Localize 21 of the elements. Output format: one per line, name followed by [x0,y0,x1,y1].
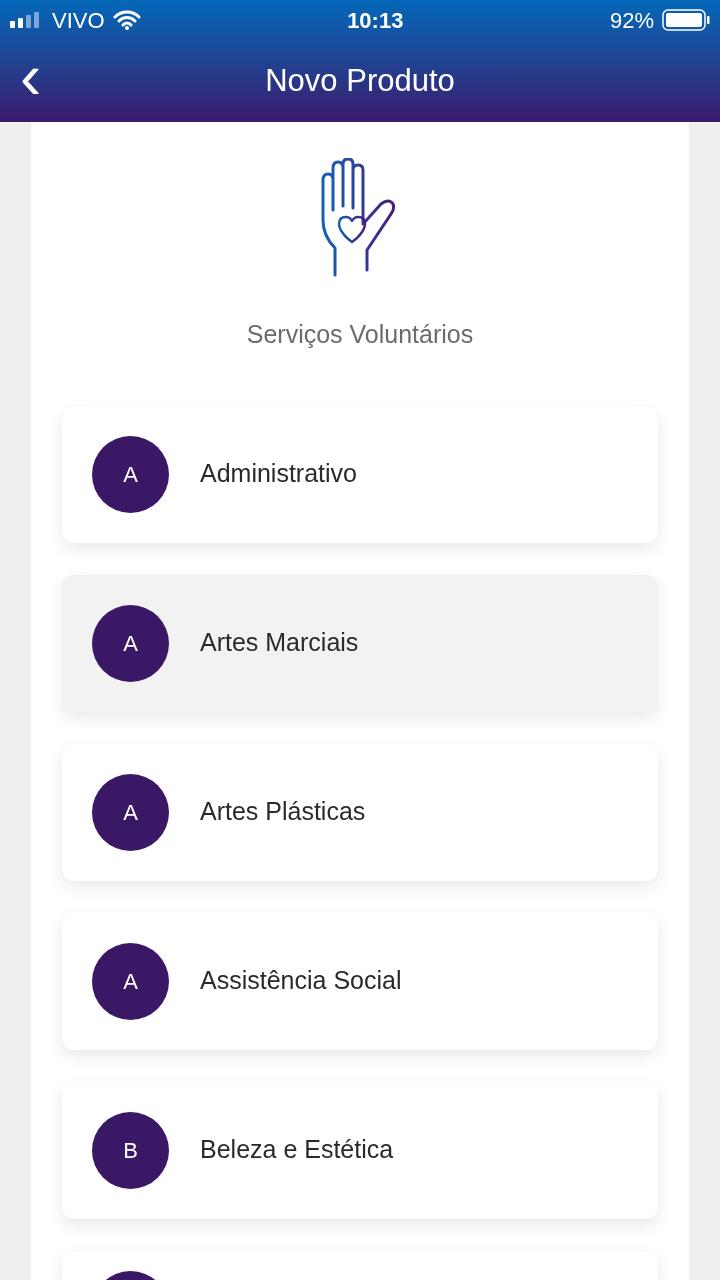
list-item[interactable]: A Administrativo [62,405,658,543]
carrier-name: VIVO [52,6,105,35]
letter-avatar: A [92,773,169,851]
back-button[interactable]: ‹ [12,48,50,104]
letter-avatar: A [92,604,169,682]
letter-avatar: B [92,1111,169,1189]
list-item[interactable]: A Assistência Social [62,912,658,1050]
list-item[interactable]: A Artes Plásticas [62,743,658,881]
list-item[interactable]: B Beleza e Estética [62,1081,658,1219]
clock-time: 10:13 [347,6,404,35]
letter-avatar: A [92,435,169,513]
battery-percent: 92% [609,6,654,35]
list-item[interactable]: A Artes Marciais [62,574,658,712]
page-title: Novo Produto [265,61,455,100]
item-name: Administrativo [200,458,357,490]
letter-avatar: A [92,942,169,1020]
item-name: Beleza e Estética [200,1134,394,1166]
item-name: Artes Plásticas [200,796,366,828]
category-title: Serviços Voluntários [246,320,474,348]
item-name: Assistência Social [200,965,402,997]
item-name: Artes Marciais [200,627,359,659]
